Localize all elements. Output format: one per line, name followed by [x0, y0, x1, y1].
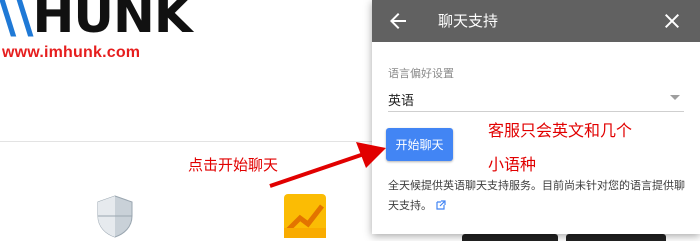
support-text: 全天候提供英语聊天支持服务。目前尚未针对您的语言提供聊天支持。	[388, 179, 685, 212]
analytics-icon	[284, 194, 326, 238]
store-badge[interactable]	[462, 234, 558, 241]
site-logo: \\HUNK	[0, 0, 193, 44]
annotation-arrow-icon	[269, 142, 386, 188]
language-select[interactable]: 英语	[388, 86, 684, 112]
panel-title: 聊天支持	[438, 12, 499, 30]
language-label: 语言偏好设置	[388, 67, 454, 80]
close-icon[interactable]	[660, 9, 684, 33]
annotation-line: 客服只会英文和几个	[488, 121, 633, 140]
panel-header: 聊天支持	[372, 0, 700, 42]
annotation-click-hint: 点击开始聊天	[188, 156, 279, 174]
annotation-line: 小语种	[488, 155, 537, 174]
support-info: 全天候提供英语聊天支持服务。目前尚未针对您的语言提供聊天支持。	[388, 176, 688, 216]
annotation-note: 客服只会英文和几个 小语种	[488, 114, 632, 182]
store-badge[interactable]	[566, 234, 666, 241]
language-value: 英语	[388, 94, 415, 109]
background-page: \\HUNK www.imhunk.com	[0, 0, 372, 241]
site-url-text: www.imhunk.com	[2, 44, 141, 61]
arrow-left-icon[interactable]	[386, 9, 410, 33]
start-chat-button[interactable]: 开始聊天	[386, 128, 453, 161]
dropdown-arrow-icon[interactable]	[670, 95, 680, 100]
screenshot: \\HUNK www.imhunk.com 聊天支持 语言偏好设置 英语 开始聊…	[0, 0, 700, 241]
shield-icon	[97, 195, 133, 238]
external-link-icon[interactable]	[436, 200, 446, 210]
